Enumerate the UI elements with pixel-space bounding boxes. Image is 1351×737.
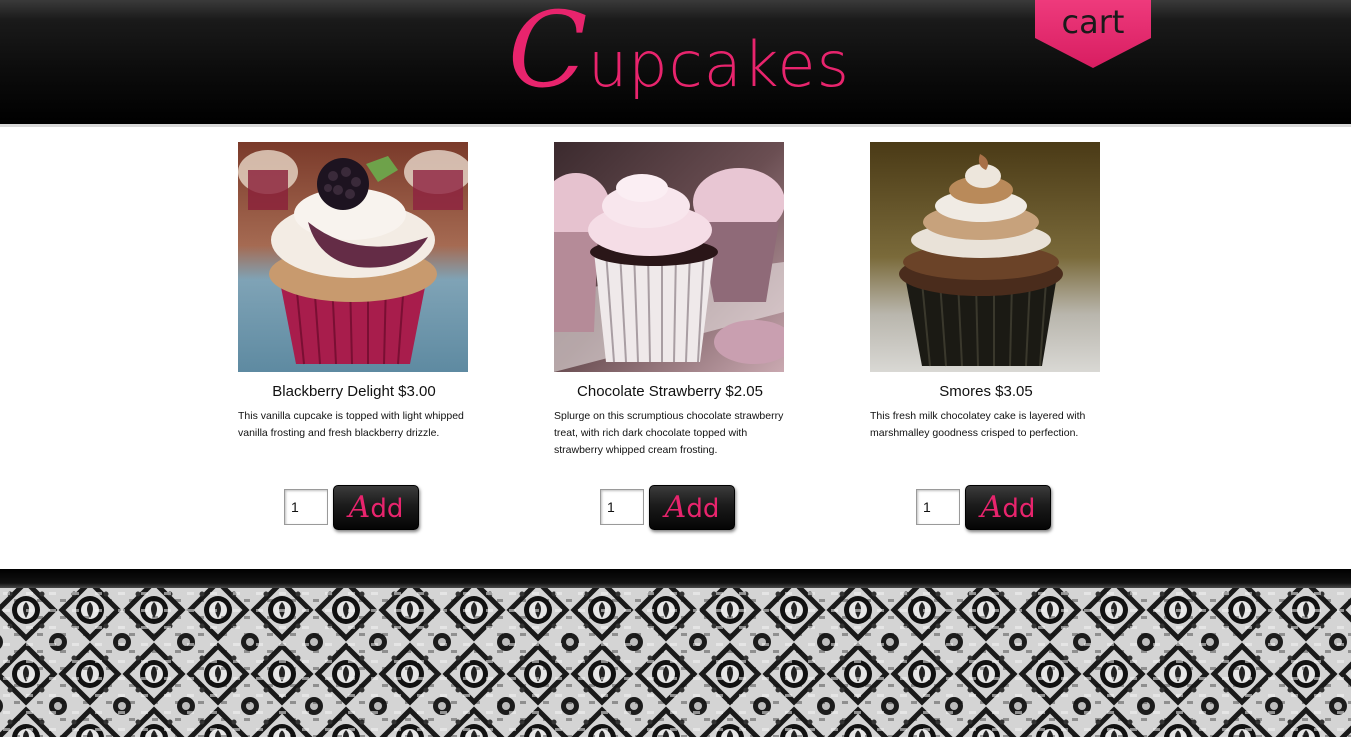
site-header: C upcakes cart	[0, 0, 1351, 127]
product-card: Blackberry Delight $3.00 This vanilla cu…	[238, 142, 470, 530]
footer-bar	[0, 569, 1351, 589]
damask-pattern-icon	[0, 588, 1351, 737]
logo-initial: C	[508, 0, 588, 111]
product-description: This vanilla cupcake is topped with ligh…	[238, 410, 464, 439]
blackberry-cupcake-photo[interactable]	[238, 142, 468, 372]
product-title: Smores $3.05	[939, 383, 1033, 400]
quantity-input[interactable]	[284, 489, 328, 525]
add-button[interactable]: Add	[965, 485, 1051, 530]
add-button-initial: A	[348, 490, 371, 525]
logo-text: upcakes	[588, 28, 850, 101]
chocolate-strawberry-cupcake-photo[interactable]	[554, 142, 784, 372]
add-button[interactable]: Add	[333, 485, 419, 530]
add-button-initial: A	[664, 490, 687, 525]
product-title: Chocolate Strawberry $2.05	[577, 383, 763, 400]
cart-button[interactable]: cart	[1035, 0, 1151, 68]
add-to-cart-row: Add	[916, 485, 1056, 533]
product-description: Splurge on this scrumptious chocolate st…	[554, 410, 784, 456]
add-button[interactable]: Add	[649, 485, 735, 530]
quantity-input[interactable]	[600, 489, 644, 525]
product-card: Chocolate Strawberry $2.05 Splurge on th…	[554, 142, 786, 530]
damask-footer-pattern	[0, 588, 1351, 737]
quantity-input[interactable]	[916, 489, 960, 525]
add-button-initial: A	[980, 490, 1003, 525]
add-button-label: dd	[370, 494, 404, 524]
add-button-label: dd	[686, 494, 720, 524]
add-button-label: dd	[1002, 494, 1036, 524]
add-to-cart-row: Add	[600, 485, 740, 533]
product-description: This fresh milk chocolatey cake is layer…	[870, 410, 1086, 439]
add-to-cart-row: Add	[284, 485, 424, 533]
product-title: Blackberry Delight $3.00	[272, 383, 436, 400]
product-card: Smores $3.05 This fresh milk chocolatey …	[870, 142, 1102, 530]
cart-label: cart	[1061, 3, 1125, 41]
smores-cupcake-photo[interactable]	[870, 142, 1100, 372]
cupcakes-logo[interactable]: C upcakes	[508, 0, 850, 110]
